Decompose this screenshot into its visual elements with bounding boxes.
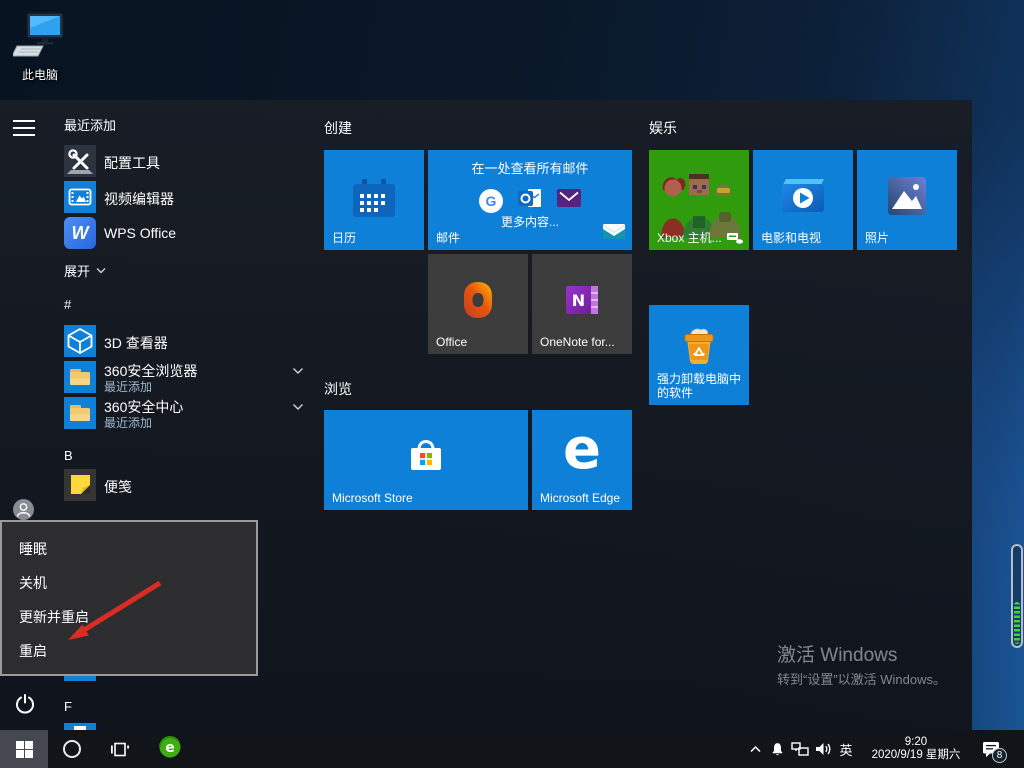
360-accelerator-widget[interactable] xyxy=(1011,544,1023,648)
360-browser-icon: e xyxy=(158,735,182,764)
mail-promo-title: 在一处查看所有邮件 xyxy=(471,161,589,176)
cortana-search-button[interactable] xyxy=(52,730,92,768)
menu-item-shutdown[interactable]: 关机 xyxy=(2,566,256,600)
notification-count-badge: 8 xyxy=(992,748,1007,763)
notification-bell-button[interactable] xyxy=(766,730,788,768)
task-view-button[interactable] xyxy=(100,730,140,768)
app-item-video-editor[interactable]: 视频编辑器 xyxy=(64,181,310,215)
taskbar: e 英 9:20 2020/9/19 星期六 xyxy=(0,730,1024,768)
task-view-icon xyxy=(110,742,129,756)
chevron-up-icon xyxy=(749,745,761,753)
expand-toggle[interactable]: 展开 xyxy=(64,261,106,280)
tile-microsoft-store[interactable]: Microsoft Store xyxy=(324,410,528,510)
group-header-create: 创建 xyxy=(324,120,352,136)
activation-subtitle: 转到“设置”以激活 Windows。 xyxy=(777,672,947,687)
outlook-icon xyxy=(517,186,543,215)
tile-movies-tv[interactable]: 电影和电视 xyxy=(753,150,853,250)
section-header-hash: # xyxy=(64,297,72,312)
speaker-icon xyxy=(815,743,830,755)
video-editor-icon xyxy=(64,181,96,213)
tile-xbox[interactable]: Xbox 主机... xyxy=(649,150,749,250)
folder-icon xyxy=(64,361,96,393)
app-item-3d-viewer[interactable]: 3D 查看器 xyxy=(64,325,310,359)
sticky-notes-icon xyxy=(64,469,96,501)
360-browser-button[interactable]: e xyxy=(150,730,190,768)
network-icon xyxy=(791,742,809,756)
svg-text:e: e xyxy=(165,740,175,756)
app-item-sticky-notes[interactable]: 便笺 xyxy=(64,469,310,503)
chevron-down-icon xyxy=(96,268,106,274)
tile-calendar[interactable]: 日历 xyxy=(324,150,424,250)
hamburger-menu-icon[interactable] xyxy=(13,120,35,141)
volume-button[interactable] xyxy=(812,730,834,768)
tile-photos[interactable]: 照片 xyxy=(857,150,957,250)
google-icon: G xyxy=(479,188,503,213)
start-button[interactable] xyxy=(0,730,48,768)
desktop-icon-this-pc[interactable]: 此电脑 xyxy=(10,12,70,82)
app-icon-partial-bottom[interactable] xyxy=(64,723,96,730)
tile-mail[interactable]: 在一处查看所有邮件 G 更多内容... 邮件 xyxy=(428,150,632,250)
section-header-f: F xyxy=(64,699,72,714)
chevron-down-icon[interactable] xyxy=(292,403,304,411)
menu-item-restart[interactable]: 重启 xyxy=(2,634,256,668)
activation-title: 激活 Windows xyxy=(777,645,898,666)
edge-icon: e xyxy=(563,417,601,482)
recent-added-header: 最近添加 xyxy=(64,118,117,133)
power-icon xyxy=(16,694,34,714)
network-button[interactable] xyxy=(788,730,812,768)
person-icon xyxy=(16,503,31,517)
taskbar-clock[interactable]: 9:20 2020/9/19 星期六 xyxy=(860,730,972,768)
activation-watermark: 激活 Windows 转到“设置”以激活 Windows。 xyxy=(777,645,946,688)
power-flyout-menu: 睡眠 关机 更新并重启 重启 xyxy=(0,520,258,676)
this-pc-label: 此电脑 xyxy=(21,68,58,82)
accelerator-level-bars xyxy=(1014,602,1020,644)
tile-office[interactable]: Office xyxy=(428,254,528,354)
clock-date: 2020/9/19 星期六 xyxy=(871,749,961,761)
bell-icon xyxy=(772,742,782,755)
group-header-fun: 娱乐 xyxy=(649,120,677,136)
mail-promo-more: 更多内容... xyxy=(500,215,559,229)
app-item-config-tool[interactable]: 配置工具 xyxy=(64,145,310,179)
tile-onenote[interactable]: N OneNote for... xyxy=(532,254,632,354)
start-menu-panel: 最近添加 配置工具 视频编辑器 W WPS Office 展开 # 3D 查看器… xyxy=(0,100,972,730)
svg-text:N: N xyxy=(572,291,585,310)
console-icon xyxy=(726,232,743,244)
windows-logo-icon xyxy=(15,740,33,758)
user-avatar[interactable] xyxy=(13,499,34,520)
group-header-browse: 浏览 xyxy=(324,381,352,397)
menu-item-sleep[interactable]: 睡眠 xyxy=(2,532,256,566)
clock-time: 9:20 xyxy=(904,736,928,748)
app-item-360-browser[interactable]: 360安全浏览器 最近添加 xyxy=(64,361,310,395)
tile-force-uninstall[interactable]: 强力卸载电脑中的软件 xyxy=(649,305,749,405)
config-tool-icon xyxy=(64,145,96,177)
app-item-wps-office[interactable]: W WPS Office xyxy=(64,217,310,251)
this-pc-icon xyxy=(11,12,67,64)
ime-language-indicator[interactable]: 英 xyxy=(836,730,856,768)
search-circle-icon xyxy=(63,740,81,758)
menu-item-update-restart[interactable]: 更新并重启 xyxy=(2,600,256,634)
folder-icon xyxy=(64,397,96,429)
section-header-b: B xyxy=(64,448,73,463)
yahoo-mail-icon xyxy=(557,189,581,212)
app-item-360-security[interactable]: 360安全中心 最近添加 xyxy=(64,397,310,431)
mail-envelope-icon xyxy=(603,224,625,244)
wps-office-icon: W xyxy=(64,217,96,249)
power-button[interactable] xyxy=(15,694,35,714)
3d-viewer-icon xyxy=(64,325,96,357)
tile-microsoft-edge[interactable]: e Microsoft Edge xyxy=(532,410,632,510)
chevron-down-icon[interactable] xyxy=(292,367,304,375)
show-hidden-icons-button[interactable] xyxy=(744,730,766,768)
